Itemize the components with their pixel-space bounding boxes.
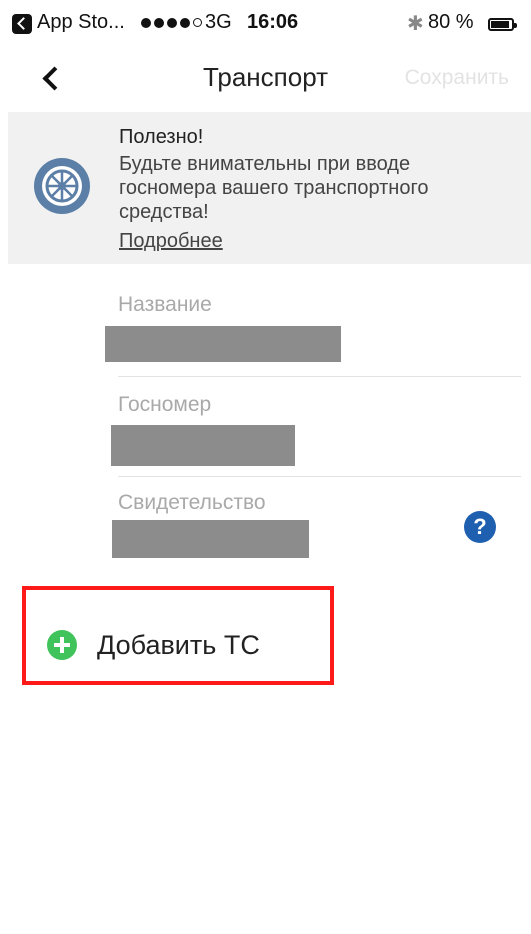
help-icon[interactable]: ?: [464, 511, 496, 543]
vehicle-name-label: Название: [118, 293, 212, 316]
certificate-field[interactable]: [112, 520, 309, 558]
clock: 16:06: [247, 11, 299, 33]
info-banner: Полезно! Будьте внимательны при вводе го…: [8, 112, 531, 264]
wheel-icon: [34, 158, 90, 214]
status-bar: App Sto... 3G 16:06 ✱ 80 %: [0, 0, 531, 42]
save-button[interactable]: Сохранить: [405, 66, 509, 90]
battery-percent: 80 %: [428, 11, 474, 33]
add-vehicle-button[interactable]: Добавить ТС: [47, 628, 260, 662]
more-info-link[interactable]: Подробнее: [119, 230, 223, 253]
back-to-app-label[interactable]: App Sto...: [37, 11, 125, 34]
banner-title: Полезно!: [119, 126, 204, 148]
plate-number-label: Госномер: [118, 393, 212, 416]
vehicle-name-field[interactable]: [105, 326, 341, 362]
signal-strength-icon: [141, 18, 202, 28]
divider: [118, 476, 521, 477]
navigation-bar: Транспорт Сохранить: [0, 42, 531, 112]
divider: [118, 376, 521, 377]
plus-circle-icon: [47, 630, 77, 660]
certificate-label: Свидетельство: [118, 491, 266, 514]
back-to-app-icon[interactable]: [12, 14, 32, 34]
battery-icon: [488, 18, 517, 31]
network-type: 3G: [205, 11, 232, 33]
banner-text: Будьте внимательны при вводе госномера в…: [119, 153, 429, 223]
add-vehicle-label: Добавить ТС: [97, 629, 260, 660]
bluetooth-icon: ✱: [407, 13, 424, 35]
plate-number-field[interactable]: [111, 425, 295, 466]
